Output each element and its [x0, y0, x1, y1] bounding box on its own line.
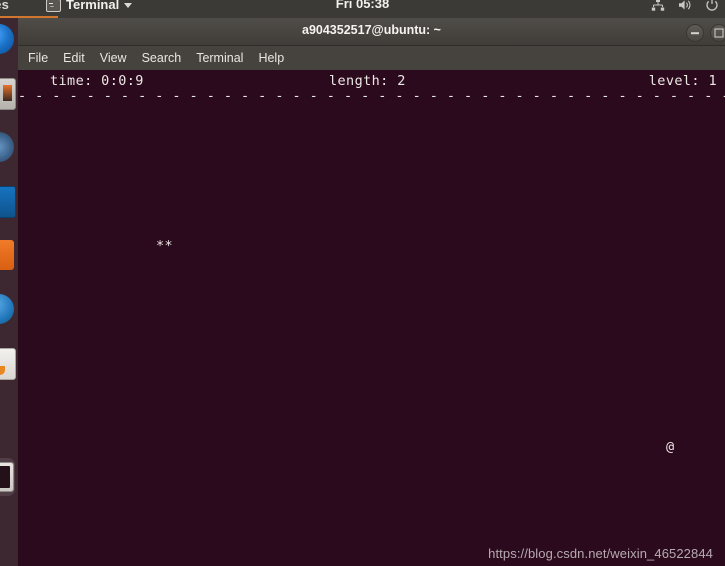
- menu-item-edit[interactable]: Edit: [63, 51, 85, 65]
- dock-item-files[interactable]: [0, 78, 16, 110]
- network-icon: [651, 0, 665, 15]
- status-level: level: 1: [648, 72, 717, 89]
- menu-item-view[interactable]: View: [100, 51, 127, 65]
- dock-item-libreoffice-writer[interactable]: [0, 186, 16, 218]
- status-time: time: 0:0:9: [50, 72, 144, 89]
- menu-item-help[interactable]: Help: [258, 51, 284, 65]
- menu-item-terminal[interactable]: Terminal: [196, 51, 243, 65]
- dock-item-help[interactable]: [0, 294, 14, 324]
- maximize-button[interactable]: [710, 24, 725, 42]
- dock-item-rhythmbox[interactable]: [0, 132, 14, 162]
- game-border-top: - - - - - - - - - - - - - - - - - - - - …: [18, 92, 725, 100]
- dock-item-terminal[interactable]: [0, 462, 14, 492]
- dock-item-software[interactable]: [0, 240, 14, 270]
- game-status-line: time: 0:0:9 length: 2 level: 1: [18, 70, 725, 91]
- terminal-window: a904352517@ubuntu: ~ File Edit View Sear…: [18, 18, 725, 566]
- window-controls: [686, 24, 725, 42]
- watermark: https://blog.csdn.net/weixin_46522844: [488, 546, 713, 561]
- dock-item-amazon[interactable]: [0, 348, 16, 380]
- menu-item-file[interactable]: File: [28, 51, 48, 65]
- window-titlebar[interactable]: a904352517@ubuntu: ~: [18, 18, 725, 46]
- minimize-button[interactable]: [686, 24, 704, 42]
- menu-bar: File Edit View Search Terminal Help: [18, 46, 725, 70]
- terminal-content[interactable]: time: 0:0:9 length: 2 level: 1 - - - - -…: [18, 70, 725, 566]
- window-title: a904352517@ubuntu: ~: [302, 23, 441, 37]
- snake-body: **: [156, 238, 174, 254]
- status-length: length: 2: [329, 72, 406, 89]
- food-item: @: [666, 439, 675, 455]
- dock-item-firefox[interactable]: [0, 24, 14, 54]
- clock[interactable]: Fri 05:38: [0, 0, 725, 11]
- power-icon: [705, 0, 719, 15]
- status-tray[interactable]: [651, 0, 719, 15]
- volume-icon: [678, 0, 692, 15]
- gnome-top-bar: ities Terminal Fri 05:38: [0, 0, 725, 18]
- ubuntu-dock: [0, 18, 18, 566]
- menu-item-search[interactable]: Search: [142, 51, 182, 65]
